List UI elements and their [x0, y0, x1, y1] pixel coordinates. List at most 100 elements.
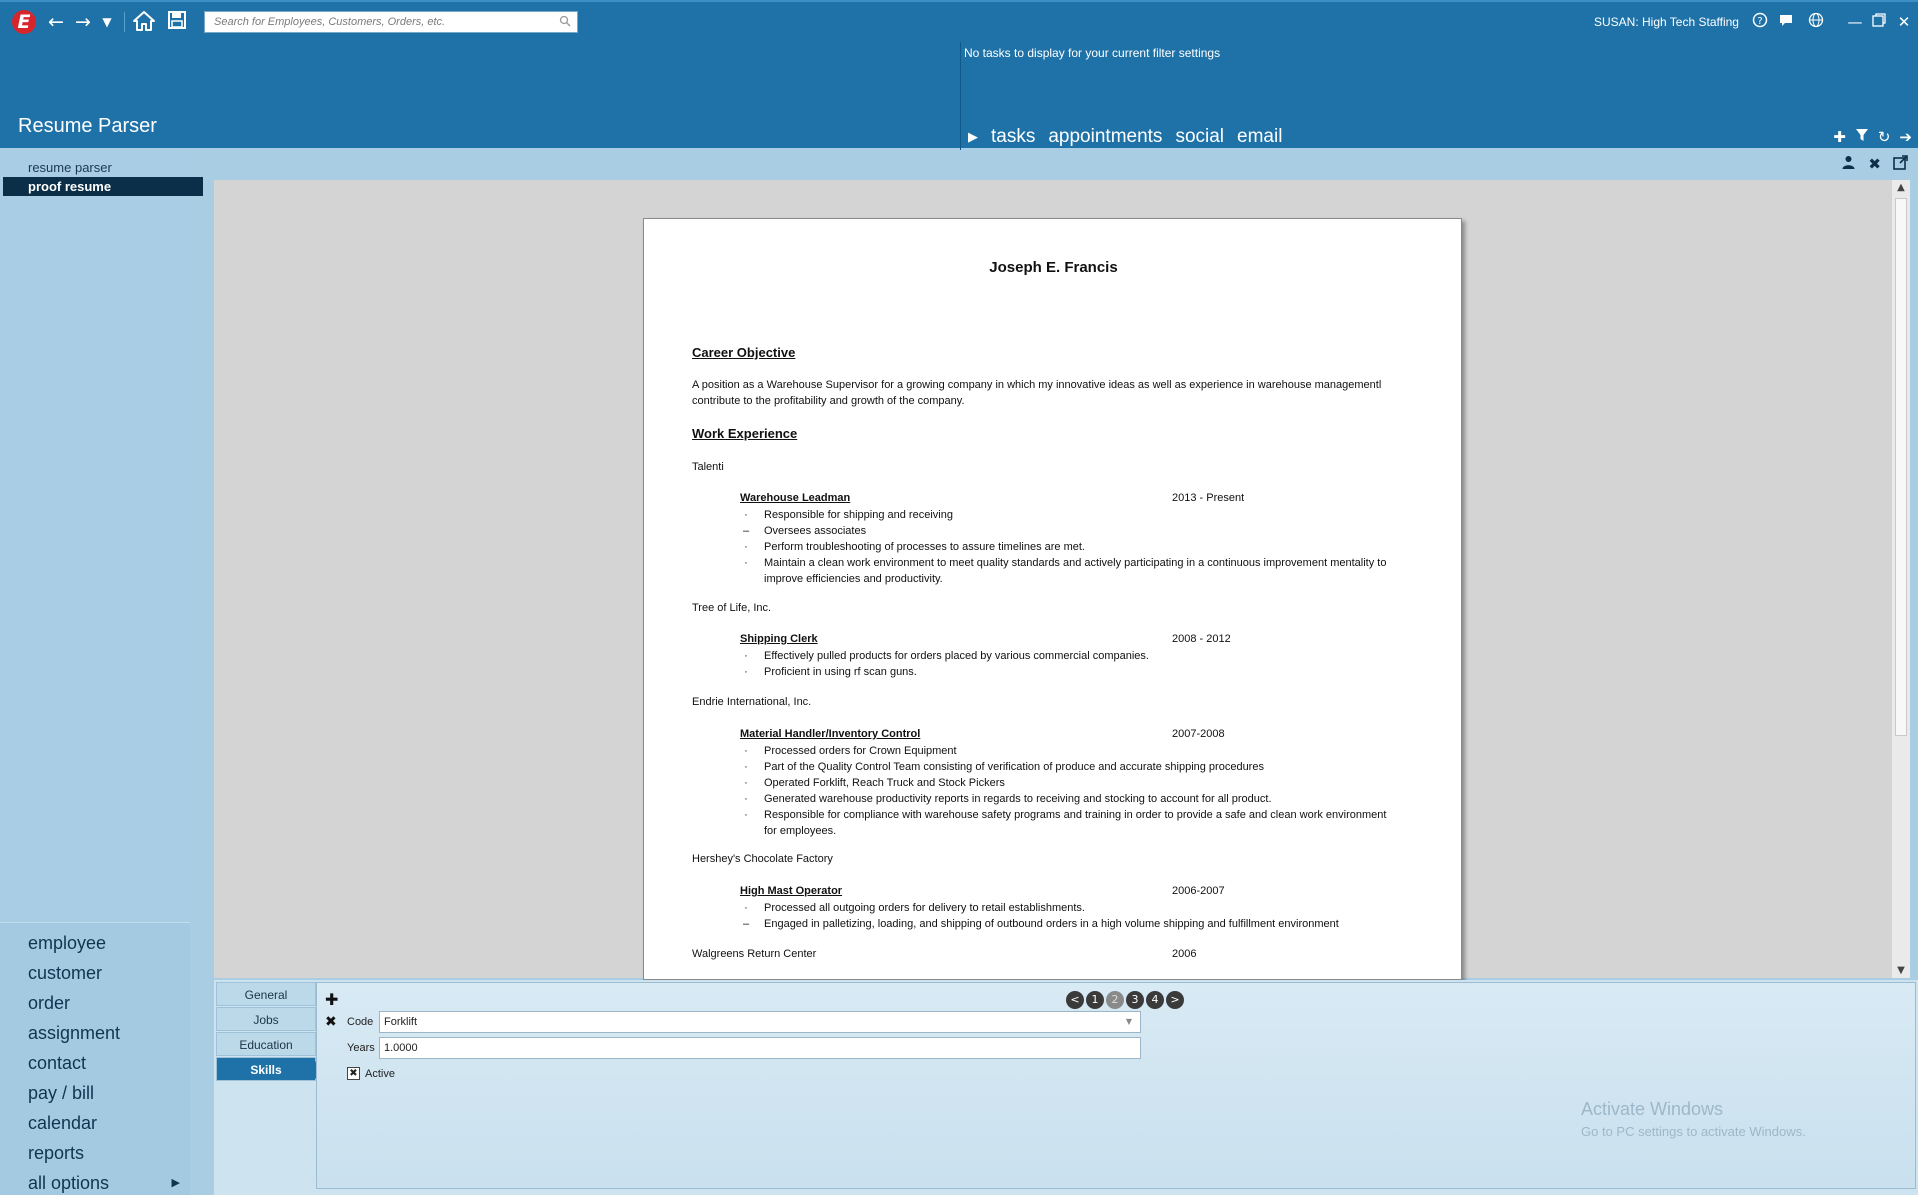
job-role: Warehouse Leadman — [740, 492, 851, 504]
current-user-label[interactable]: SUSAN: High Tech Staffing — [1594, 15, 1739, 29]
add-task-icon[interactable]: ✚ — [1833, 128, 1846, 146]
person-icon[interactable] — [1841, 155, 1856, 174]
tab-email[interactable]: email — [1237, 126, 1282, 148]
popout-icon[interactable] — [1893, 155, 1908, 174]
tab-tasks[interactable]: tasks — [991, 126, 1035, 148]
task-tabs: ▶ tasks appointments social email — [968, 126, 1282, 148]
next-page-icon[interactable]: > — [1166, 991, 1184, 1009]
tasks-message: No tasks to display for your current fil… — [964, 46, 1221, 60]
years-label: Years — [347, 1042, 375, 1054]
tab-jobs[interactable]: Jobs — [216, 1007, 316, 1031]
page-4-button[interactable]: 4 — [1146, 991, 1164, 1009]
objective-text: A position as a Warehouse Supervisor for… — [692, 379, 1382, 407]
tab-appointments[interactable]: appointments — [1048, 126, 1162, 148]
app-logo-icon[interactable]: E — [12, 10, 36, 34]
header-divider — [960, 42, 961, 150]
record-pager: < 1 2 3 4 > — [1066, 991, 1184, 1009]
sidebar-item-proof-resume[interactable]: proof resume — [3, 177, 203, 196]
expand-tasks-icon[interactable]: ▶ — [968, 130, 978, 145]
page-2-button[interactable]: 2 — [1106, 991, 1124, 1009]
list-item: · Responsible for compliance with warehou… — [744, 809, 1387, 837]
nav-customer[interactable]: customer — [0, 958, 190, 988]
tab-social[interactable]: social — [1175, 126, 1224, 148]
forward-arrow-icon[interactable]: → — [73, 11, 93, 33]
nav-calendar[interactable]: calendar — [0, 1108, 190, 1138]
refresh-icon[interactable]: ↻ — [1878, 128, 1891, 146]
job-company: Endrie International, Inc. — [692, 696, 812, 708]
job-company: Tree of Life, Inc. — [692, 602, 772, 614]
list-item: · Maintain a clean work environment to me… — [744, 557, 1387, 585]
job-dates: 2008 - 2012 — [1172, 633, 1231, 645]
global-search[interactable] — [204, 11, 578, 33]
windows-watermark-subtitle: Go to PC settings to activate Windows. — [1581, 1124, 1806, 1139]
prev-page-icon[interactable]: < — [1066, 991, 1084, 1009]
list-item: · Processed orders for Crown Equipment — [744, 745, 957, 757]
job-bullets: · Responsible for shipping and receiving … — [740, 507, 1400, 587]
back-arrow-icon[interactable]: ← — [46, 11, 66, 33]
page-3-button[interactable]: 3 — [1126, 991, 1144, 1009]
main-navigation: employee customer order assignment conta… — [0, 922, 190, 1195]
list-item: · Proficient in using rf scan guns. — [744, 666, 917, 678]
list-item: · Effectively pulled products for orders … — [744, 650, 1149, 662]
close-panel-icon[interactable]: ✖ — [1868, 155, 1881, 174]
resume-name: Joseph E. Francis — [989, 259, 1118, 276]
job-bullets: · Processed orders for Crown Equipment · P… — [740, 743, 1400, 839]
maximize-icon[interactable] — [1869, 12, 1889, 32]
job-role: Material Handler/Inventory Control — [740, 728, 921, 740]
resume-page: Joseph E. Francis Career Objective A pos… — [643, 218, 1462, 980]
list-item: – Engaged in palletizing, loading, and sh… — [742, 918, 1339, 930]
job-role: High Mast Operator — [740, 885, 843, 897]
heading-work-experience: Work Experience — [692, 426, 798, 441]
remove-skill-icon[interactable]: ✖ — [325, 1014, 337, 1030]
nav-reports[interactable]: reports — [0, 1138, 190, 1168]
filter-icon[interactable] — [1855, 128, 1869, 146]
minimize-icon[interactable]: — — [1845, 12, 1865, 32]
globe-icon[interactable] — [1806, 12, 1826, 32]
add-skill-icon[interactable]: ✚ — [325, 990, 338, 1009]
next-arrow-icon[interactable]: ➔ — [1899, 128, 1912, 146]
save-icon[interactable] — [166, 11, 188, 33]
tab-education[interactable]: Education — [216, 1032, 316, 1056]
job-company: Talenti — [692, 461, 724, 473]
list-item: · Processed all outgoing orders for deliv… — [744, 902, 1085, 914]
tab-skills[interactable]: Skills — [216, 1057, 324, 1081]
chevron-down-icon[interactable]: ▼ — [1126, 1012, 1132, 1032]
years-value: 1.0000 — [384, 1042, 418, 1054]
nav-assignment[interactable]: assignment — [0, 1018, 190, 1048]
nav-contact[interactable]: contact — [0, 1048, 190, 1078]
task-tools: ✚ ↻ ➔ — [1833, 128, 1912, 146]
viewer-scrollbar[interactable]: ▲ ▼ — [1892, 180, 1910, 978]
nav-all-options[interactable]: all options ▶ — [0, 1168, 190, 1195]
left-sidebar: resume parser proof resume employee cust… — [0, 150, 203, 1195]
list-item: · Responsible for shipping and receiving — [744, 509, 953, 521]
job-bullets: · Effectively pulled products for orders … — [740, 648, 1400, 680]
search-input[interactable] — [205, 12, 545, 32]
job-role: Shipping Clerk — [740, 633, 818, 645]
sidebar-item-resume-parser[interactable]: resume parser — [3, 158, 203, 177]
nav-employee[interactable]: employee — [0, 928, 190, 958]
close-window-icon[interactable]: ✕ — [1894, 12, 1914, 32]
expand-arrow-icon: ▶ — [171, 1176, 180, 1189]
home-icon[interactable] — [132, 11, 156, 33]
code-dropdown[interactable]: Forklift ▼ — [379, 1011, 1141, 1033]
section-tabs: General Jobs Education Skills — [216, 982, 324, 1082]
chat-icon[interactable] — [1776, 12, 1796, 32]
list-item: · Part of the Quality Control Team consis… — [744, 761, 1264, 773]
scroll-thumb[interactable] — [1895, 198, 1907, 736]
years-input[interactable]: 1.0000 — [379, 1037, 1141, 1059]
nav-order[interactable]: order — [0, 988, 190, 1018]
list-item: · Operated Forklift, Reach Truck and Stoc… — [744, 777, 1005, 789]
job-dates: 2013 - Present — [1172, 492, 1245, 504]
help-icon[interactable]: ? — [1750, 12, 1770, 32]
top-bar: E ← → ▼ SUSAN: High Tech Staffing ? — ✕ … — [0, 0, 1918, 150]
panel-tools: ✖ — [1841, 155, 1908, 174]
scroll-down-icon[interactable]: ▼ — [1892, 965, 1910, 976]
tab-general[interactable]: General — [216, 982, 316, 1006]
page-1-button[interactable]: 1 — [1086, 991, 1104, 1009]
scroll-up-icon[interactable]: ▲ — [1892, 182, 1910, 193]
active-checkbox[interactable]: ✖ — [347, 1067, 360, 1080]
nav-pay-bill[interactable]: pay / bill — [0, 1078, 190, 1108]
search-icon[interactable] — [559, 15, 571, 27]
job-company: Walgreens Return Center — [692, 948, 817, 960]
history-dropdown-icon[interactable]: ▼ — [100, 11, 114, 33]
